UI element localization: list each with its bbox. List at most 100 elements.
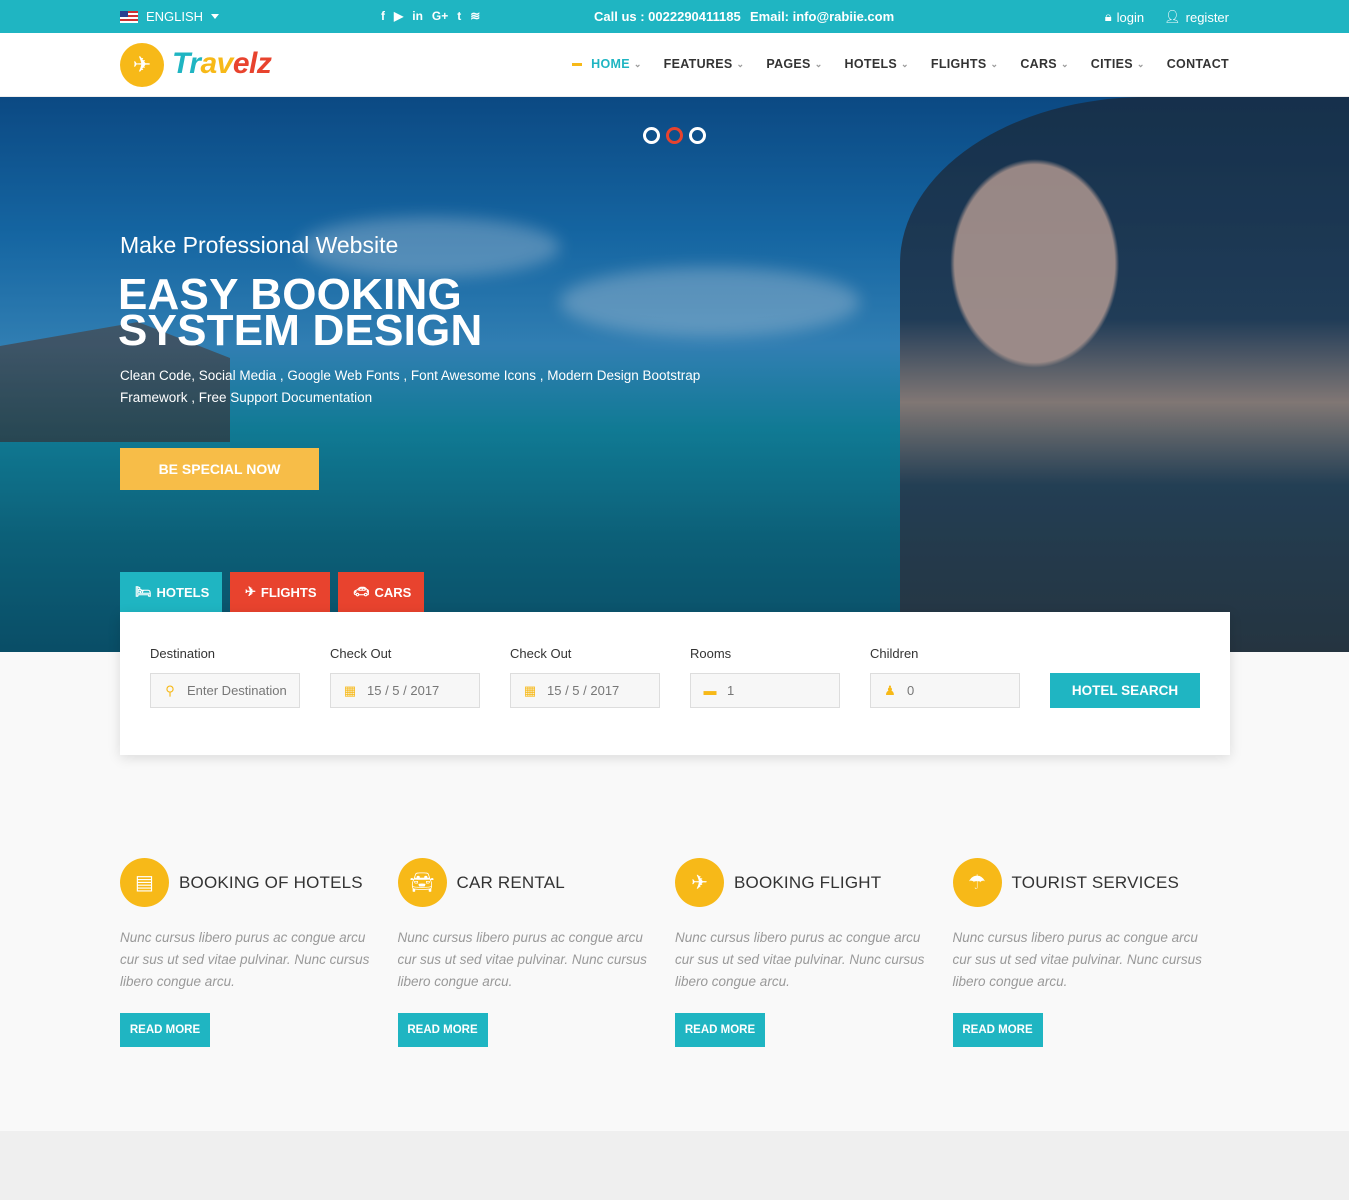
tab-flights[interactable]: ✈ FLIGHTS: [230, 572, 330, 612]
logo-wordmark[interactable]: Travelz: [172, 47, 272, 81]
service-text: Nunc cursus libero purus ac congue arcu …: [397, 930, 647, 989]
chevron-down-icon: ⌄: [1136, 58, 1145, 69]
children-input[interactable]: ♟ 0: [870, 673, 1020, 708]
hero-title: EASY BOOKING SYSTEM DESIGN: [118, 273, 678, 355]
calendar-icon: ▦: [343, 682, 357, 698]
bed-icon: ▬: [703, 683, 717, 698]
children-label: Children: [870, 646, 919, 661]
destination-input[interactable]: ⚲ Enter Destination: [150, 673, 300, 708]
chevron-down-icon: ⌄: [633, 58, 642, 69]
user-plus-icon: 👤︎: [1164, 9, 1181, 24]
hero-title-line-2: SYSTEM DESIGN: [118, 306, 483, 355]
checkout-date-input[interactable]: ▦ 15 / 5 / 2017: [510, 673, 660, 708]
logo-part-2: av: [200, 47, 233, 80]
checkin-value: 15 / 5 / 2017: [367, 683, 440, 698]
read-more-button[interactable]: READ MORE: [397, 1013, 488, 1047]
rooms-value: 1: [727, 683, 735, 698]
nav-item-features[interactable]: FEATURES ⌄: [664, 57, 745, 71]
slider-dots: [643, 127, 706, 144]
slider-dot[interactable]: [643, 127, 660, 144]
footer-band: [0, 1131, 1349, 1200]
nav-item-flights[interactable]: FLIGHTS ⌄: [931, 57, 998, 71]
rooms-field: Rooms ▬ 1: [690, 646, 840, 708]
service-title: BOOKING FLIGHT: [734, 872, 882, 892]
tab-label: CARS: [374, 584, 412, 600]
service-text: Nunc cursus libero purus ac congue arcu …: [952, 930, 1202, 989]
service-header: ▤ BOOKING OF HOTELS: [120, 858, 398, 907]
read-more-button[interactable]: READ MORE: [120, 1013, 210, 1047]
checkin-label: Check Out: [330, 646, 392, 661]
google-plus-icon[interactable]: G+: [432, 9, 448, 23]
nav-item-hotels[interactable]: HOTELS ⌄: [845, 57, 909, 71]
service-header: ☂ TOURIST SERVICES: [952, 858, 1231, 907]
read-more-button[interactable]: READ MORE: [675, 1013, 765, 1047]
plane-icon: ✈: [245, 584, 256, 599]
hero-slider: Make Professional Website EASY BOOKING S…: [0, 97, 1349, 652]
top-bar: ENGLISH f ▶ in G+ t ≋ Call us : 00222904…: [0, 0, 1349, 33]
twitter-icon[interactable]: t: [457, 9, 461, 23]
rss-icon[interactable]: ≋: [470, 9, 480, 23]
nav-item-pages[interactable]: PAGES ⌄: [766, 57, 822, 71]
service-text: Nunc cursus libero purus ac congue arcu …: [120, 930, 370, 989]
destination-field: Destination ⚲ Enter Destination: [150, 646, 300, 708]
logo-part-1: Tr: [172, 47, 201, 80]
chevron-down-icon: ⌄: [736, 58, 745, 69]
tab-label: FLIGHTS: [260, 584, 317, 600]
children-field: Children ♟ 0: [870, 646, 1020, 708]
rooms-input[interactable]: ▬ 1: [690, 673, 840, 708]
service-card: ☂ TOURIST SERVICES Nunc cursus libero pu…: [952, 858, 1231, 1047]
nav-item-contact[interactable]: CONTACT: [1167, 57, 1229, 71]
hotel-search-button[interactable]: HOTEL SEARCH: [1050, 673, 1200, 708]
auth-links: 🔒︎ login 👤︎ register: [1105, 9, 1229, 25]
login-link[interactable]: 🔒︎ login: [1105, 9, 1144, 25]
chevron-down-icon: ⌄: [990, 58, 999, 69]
checkout-label: Check Out: [510, 646, 572, 661]
service-header: 🚘︎ CAR RENTAL: [397, 858, 676, 907]
checkin-field: Check Out ▦ 15 / 5 / 2017: [330, 646, 480, 708]
contact-email[interactable]: Email: info@rabiie.com: [750, 9, 894, 24]
hero-description-line-1: Clean Code, Social Media , Google Web Fo…: [120, 368, 701, 383]
logo-part-3: elz: [232, 47, 272, 80]
nav-label: HOME: [591, 57, 630, 71]
destination-label: Destination: [150, 646, 216, 661]
car-icon: 🚘︎: [397, 858, 447, 907]
nav-label: CARS: [1020, 57, 1057, 71]
calendar-icon: ▦: [523, 682, 537, 698]
linkedin-icon[interactable]: in: [412, 9, 423, 23]
read-more-button[interactable]: READ MORE: [952, 1013, 1043, 1047]
language-label: ENGLISH: [146, 9, 204, 24]
nav-item-home[interactable]: HOME ⌄: [572, 57, 642, 71]
bed-icon: 🛏︎: [135, 584, 152, 599]
language-selector[interactable]: ENGLISH: [120, 9, 220, 24]
main-header: ✈ Travelz HOME ⌄ FEATURES ⌄ PAGES ⌄ HOTELS ⌄…: [0, 33, 1349, 97]
nav-label: PAGES: [766, 57, 811, 71]
tab-cars[interactable]: 🚗︎ CARS: [338, 572, 424, 612]
checkin-date-input[interactable]: ▦ 15 / 5 / 2017: [330, 673, 480, 708]
nav-label: HOTELS: [844, 57, 898, 71]
nav-label: FLIGHTS: [930, 57, 987, 71]
slider-dot-active[interactable]: [666, 127, 683, 144]
car-icon: 🚗︎: [353, 584, 370, 599]
service-card: ✈ BOOKING FLIGHT Nunc cursus libero puru…: [675, 858, 953, 1047]
plane-icon: ✈: [675, 858, 724, 907]
chevron-down-icon: ⌄: [901, 58, 909, 69]
logo-plane-icon[interactable]: ✈: [120, 43, 164, 87]
services-section: ▤ BOOKING OF HOTELS Nunc cursus libero p…: [120, 858, 1230, 1047]
register-link[interactable]: 👤︎ register: [1164, 9, 1229, 25]
be-special-now-button[interactable]: BE SPECIAL NOW: [120, 448, 319, 490]
search-tabs: 🛏︎ HOTELS ✈ FLIGHTS 🚗︎ CARS: [120, 572, 424, 612]
nav-item-cities[interactable]: CITIES ⌄: [1091, 57, 1145, 71]
tab-hotels[interactable]: 🛏︎ HOTELS: [120, 572, 222, 612]
destination-placeholder: Enter Destination: [187, 683, 287, 698]
nav-item-cars[interactable]: CARS ⌄: [1020, 57, 1068, 71]
hero-description-line-2: Framework , Free Support Documentation: [120, 390, 373, 405]
service-text: Nunc cursus libero purus ac congue arcu …: [675, 930, 925, 989]
nav-label: CITIES: [1090, 57, 1133, 71]
nav-label: CONTACT: [1166, 57, 1229, 71]
hotel-search-form: Destination ⚲ Enter Destination Check Out…: [120, 612, 1230, 755]
facebook-icon[interactable]: f: [381, 9, 385, 23]
youtube-icon[interactable]: ▶: [394, 9, 403, 23]
tab-label: HOTELS: [156, 584, 210, 600]
children-value: 0: [907, 683, 915, 698]
slider-dot[interactable]: [689, 127, 706, 144]
